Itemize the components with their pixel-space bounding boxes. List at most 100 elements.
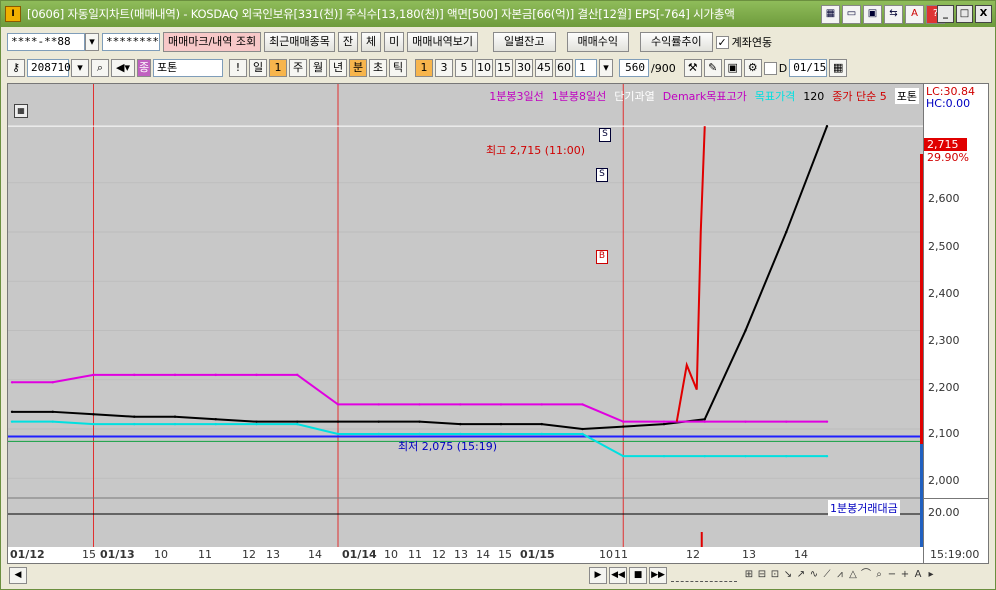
unfilled-button[interactable]: 미 (384, 32, 405, 52)
series-point (255, 373, 258, 377)
draw-icon[interactable]: ↗ (795, 568, 807, 582)
period-tick[interactable]: 틱 (389, 59, 407, 77)
stop-icon[interactable]: ■ (629, 566, 647, 584)
draw-icon[interactable]: ↘ (782, 568, 794, 582)
legend-item[interactable]: 1분봉8일선 (552, 88, 606, 104)
minimize-window-icon[interactable]: ▭ (842, 5, 861, 24)
period-week[interactable]: 주 (289, 59, 307, 77)
interval-45[interactable]: 45 (535, 59, 553, 77)
interval-10[interactable]: 10 (475, 59, 493, 77)
acrobat-icon[interactable]: A (905, 5, 924, 24)
legend-item[interactable]: 단기과열 (614, 88, 654, 104)
forward-icon[interactable]: ▶▶ (649, 566, 667, 584)
layout-icon[interactable]: ⊞ (743, 568, 755, 582)
interval-60[interactable]: 60 (555, 59, 573, 77)
interval-1[interactable]: 1 (415, 59, 433, 77)
series-point (418, 403, 421, 406)
scroll-left-icon[interactable]: ◀ (9, 566, 27, 584)
legend-item[interactable]: 목표가격 (755, 88, 795, 104)
alert-icon[interactable]: ! (229, 59, 247, 77)
link-icon[interactable]: ⇆ (884, 5, 903, 24)
save-icon[interactable]: ▣ (723, 59, 742, 77)
interval-15[interactable]: 15 (495, 59, 513, 77)
draw-icon[interactable]: ⟋ (821, 568, 833, 582)
password-input[interactable]: ******** (102, 33, 160, 51)
title-bar[interactable]: I [0606] 자동일지차트(매매내역) - KOSDAQ 외국인보유[331… (1, 1, 995, 27)
draw-icon[interactable]: ⩘ (834, 568, 846, 582)
series-point (92, 422, 95, 426)
return-trend-button[interactable]: 수익률추이 (639, 32, 713, 52)
draw-icon[interactable]: △ (847, 568, 859, 582)
close-button[interactable]: X (975, 5, 992, 23)
play-icon[interactable]: ▶ (589, 566, 607, 584)
account-link-checkbox[interactable]: ✓ (715, 35, 729, 49)
search-icon[interactable]: ⌕ (91, 59, 109, 77)
zoom-in-icon[interactable]: + (899, 568, 911, 582)
daily-balance-button[interactable]: 일별잔고 (493, 32, 556, 52)
interval-select[interactable]: 1 (575, 59, 597, 77)
series-point (51, 420, 54, 423)
draw-icon[interactable]: ∿ (808, 568, 820, 582)
interval-5[interactable]: 5 (455, 59, 473, 77)
period-year[interactable]: 년 (329, 59, 347, 77)
chevron-down-icon[interactable]: ▾ (599, 59, 613, 77)
layout-icon[interactable]: ⊡ (769, 568, 781, 582)
legend-item[interactable]: Demark목표고가 (663, 88, 747, 104)
price-chart[interactable]: 1분봉3일선 1분봉8일선 단기과열 Demark목표고가 목표가격 120 종… (7, 83, 924, 549)
calendar-icon[interactable]: ▦ (829, 59, 848, 77)
pen-icon[interactable]: ✎ (703, 59, 722, 77)
sell-marker[interactable]: S (596, 168, 608, 182)
chevron-down-icon[interactable]: ▾ (71, 59, 89, 77)
gear-icon[interactable]: ⚙ (743, 59, 762, 77)
date-checkbox[interactable] (763, 61, 777, 75)
period-day-count[interactable]: 1 (269, 59, 287, 77)
trade-profit-button[interactable]: 매매수익 (566, 32, 629, 52)
restore-icon[interactable]: ▣ (863, 5, 882, 24)
recent-stock-button[interactable]: 최근매매종목 (264, 32, 335, 52)
window-title: [0606] 자동일지차트(매매내역) - KOSDAQ 외국인보유[331(천… (27, 7, 735, 21)
sell-marker[interactable]: S (599, 128, 611, 142)
balance-button[interactable]: 잔 (337, 32, 359, 52)
table-icon[interactable]: ▦ (14, 104, 28, 118)
layout-icon[interactable]: ⊟ (756, 568, 768, 582)
trade-history-button[interactable]: 매매내역보기 (407, 32, 479, 52)
tools-icon[interactable]: ⚒ (683, 59, 702, 77)
text-icon[interactable]: A (912, 568, 924, 582)
grid-icon[interactable]: ▦ (821, 5, 840, 24)
execution-button[interactable]: 체 (361, 32, 382, 52)
volume-legend[interactable]: 1분봉거래대금 (828, 500, 900, 516)
chart-scrollbar[interactable]: ◀ ▶ ◀◀ ■ ▶▶ ⊞ ⊟ ⊡ ↘ ↗ ∿ ⟋ ⩘ △ ⌒ ⌕ − + A … (7, 566, 987, 584)
speed-slider[interactable] (671, 569, 737, 582)
scroll-right-icon[interactable]: ▸ (925, 568, 937, 582)
legend-item[interactable]: 포톤 (894, 88, 919, 104)
period-minute[interactable]: 분 (349, 59, 367, 77)
speaker-icon[interactable]: ◀▾ (111, 59, 135, 77)
zoom-icon[interactable]: ⌕ (873, 568, 885, 582)
series-point (336, 432, 340, 436)
count-input[interactable]: 560 (619, 59, 649, 77)
scroll-track[interactable] (27, 569, 587, 581)
legend-item[interactable]: 종가 단순 5 (832, 88, 886, 104)
date-input[interactable]: 01/15 (789, 59, 828, 77)
chevron-down-icon[interactable]: ▾ (85, 33, 99, 51)
maximize-button[interactable]: □ (956, 5, 973, 23)
minimize-button[interactable]: _ (937, 5, 954, 23)
interval-30[interactable]: 30 (515, 59, 533, 77)
series-point (825, 420, 829, 423)
legend-item[interactable]: 120 (803, 90, 824, 103)
legend-item[interactable]: 1분봉3일선 (489, 88, 543, 104)
account-input[interactable]: ****-**88 (7, 33, 85, 51)
zoom-out-icon[interactable]: − (886, 568, 898, 582)
series-point (459, 422, 462, 426)
trade-mark-button[interactable]: 매매마크/내역 조회 (163, 32, 262, 52)
period-day[interactable]: 일 (249, 59, 267, 77)
interval-3[interactable]: 3 (435, 59, 453, 77)
rewind-icon[interactable]: ◀◀ (609, 566, 627, 584)
stock-name-select[interactable]: 포톤 (153, 59, 223, 77)
buy-marker[interactable]: B (596, 250, 608, 264)
period-second[interactable]: 초 (369, 59, 387, 77)
period-month[interactable]: 월 (309, 59, 327, 77)
draw-icon[interactable]: ⌒ (860, 568, 872, 582)
key-icon[interactable]: ⚷ (7, 59, 25, 77)
stock-code-input[interactable]: 208710 (27, 59, 71, 77)
